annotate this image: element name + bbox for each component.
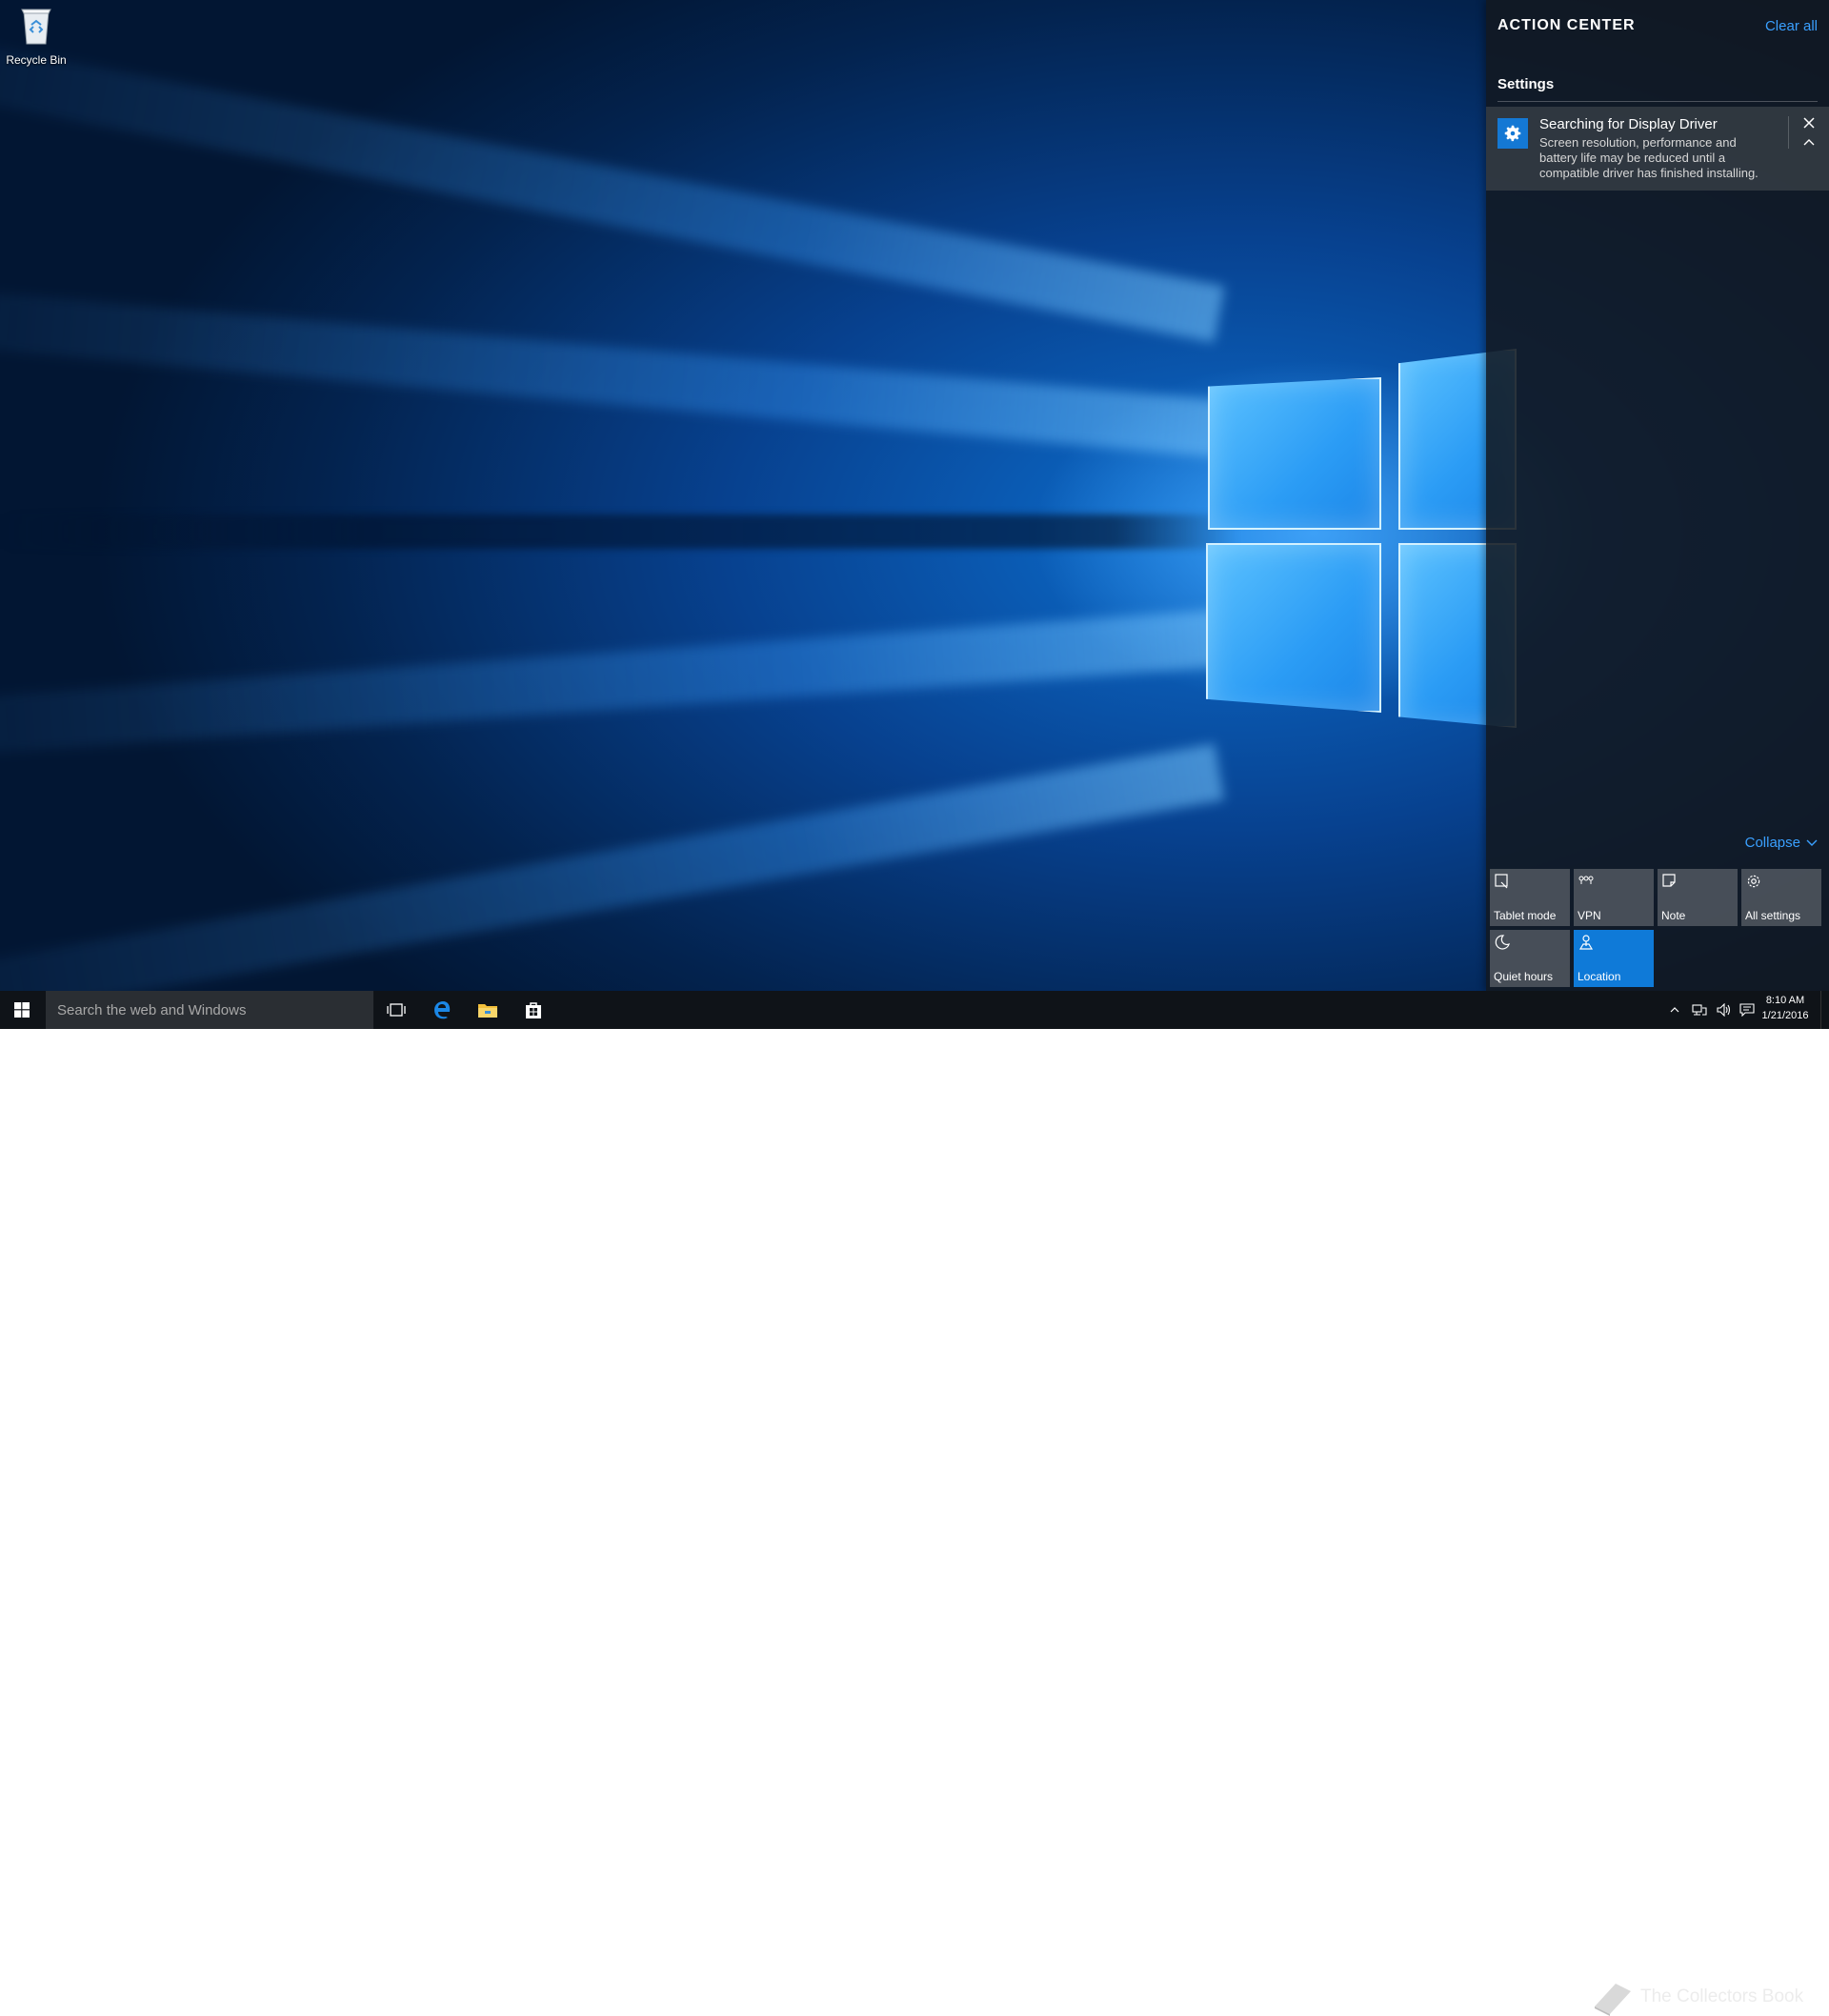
shadow-band [0,514,1238,549]
quick-action-label: VPN [1578,909,1601,922]
notification-card[interactable]: Searching for Display Driver Screen reso… [1486,107,1829,191]
gear-icon [1747,875,1760,888]
gear-icon [1497,118,1528,149]
notification-group-title: Settings [1497,76,1555,92]
quick-action-label: Quiet hours [1494,970,1554,983]
quick-action-vpn[interactable]: VPN [1574,869,1654,926]
windows-logo-icon [14,1002,30,1018]
vpn-icon [1578,876,1594,884]
start-button[interactable] [0,991,44,1029]
folder-icon [478,1004,497,1018]
divider [1497,101,1818,102]
light-beam [0,17,1225,343]
network-icon [1692,1004,1707,1016]
action-center-title: ACTION CENTER [1497,17,1636,33]
chevron-up-icon [1670,1007,1679,1013]
quick-action-label: Location [1578,970,1621,983]
quick-action-tablet-mode[interactable]: Tablet mode [1490,869,1570,926]
taskbar-task-view[interactable] [373,991,419,1029]
chevron-down-icon [1806,839,1818,846]
recycle-bin-icon [20,8,52,46]
close-icon[interactable] [1800,114,1818,131]
notification-body: Screen resolution, performance and batte… [1539,135,1759,180]
edge-icon [434,1001,451,1019]
chevron-up-icon[interactable] [1800,133,1818,151]
taskbar-edge[interactable] [419,991,465,1029]
logo-pane-top-left [1208,377,1381,530]
tray-action-center[interactable] [1736,991,1759,1029]
location-icon [1578,935,1594,950]
note-icon [1662,874,1676,887]
desktop-icon-label: Recycle Bin [6,53,67,67]
quick-action-note[interactable]: Note [1658,869,1738,926]
volume-icon [1717,1003,1731,1017]
store-icon [526,1002,541,1018]
tablet-mode-icon [1495,874,1508,889]
search-placeholder: Search the web and Windows [57,1002,247,1018]
moon-icon [1495,935,1510,950]
taskbar-store[interactable] [511,991,556,1029]
light-beam [0,743,1225,991]
clock[interactable]: 8:10 AM 1/21/2016 [1759,993,1812,1029]
quick-action-label: All settings [1745,909,1801,922]
clear-all-button[interactable]: Clear all [1765,18,1818,34]
quick-action-location[interactable]: Location [1574,930,1654,987]
light-beam [0,610,1222,766]
taskbar: Search the web and Windows The Collector… [0,991,1829,2016]
watermark: The Collectors Book [1589,1978,1803,2016]
quick-action-quiet-hours[interactable]: Quiet hours [1490,930,1570,987]
book-icon [1595,1984,1631,2016]
quick-action-label: Note [1661,909,1686,922]
quick-action-label: Tablet mode [1494,909,1557,922]
tray-volume[interactable] [1713,991,1736,1029]
watermark-text: The Collectors Book [1640,1986,1804,2006]
action-center-icon [1739,1003,1755,1017]
show-desktop-button[interactable] [1820,991,1829,1029]
task-view-icon [387,1003,406,1017]
tray-network[interactable] [1688,991,1711,1029]
tray-show-hidden[interactable] [1663,991,1686,1029]
quick-action-all-settings[interactable]: All settings [1741,869,1821,926]
desktop-icon-recycle-bin[interactable]: Recycle Bin [4,8,69,67]
clock-time: 8:10 AM [1765,995,1805,1006]
clock-date: 1/21/2016 [1761,1010,1809,1021]
collapse-label: Collapse [1744,835,1800,851]
search-input[interactable]: Search the web and Windows [46,991,373,1029]
collapse-button[interactable]: Collapse [1745,835,1818,851]
divider [1788,116,1789,149]
logo-pane-bottom-left [1206,543,1381,713]
taskbar-file-explorer[interactable] [465,991,511,1029]
notification-title: Searching for Display Driver [1539,116,1718,132]
action-center-panel: ACTION CENTER Clear all Settings Searchi… [1486,0,1829,991]
